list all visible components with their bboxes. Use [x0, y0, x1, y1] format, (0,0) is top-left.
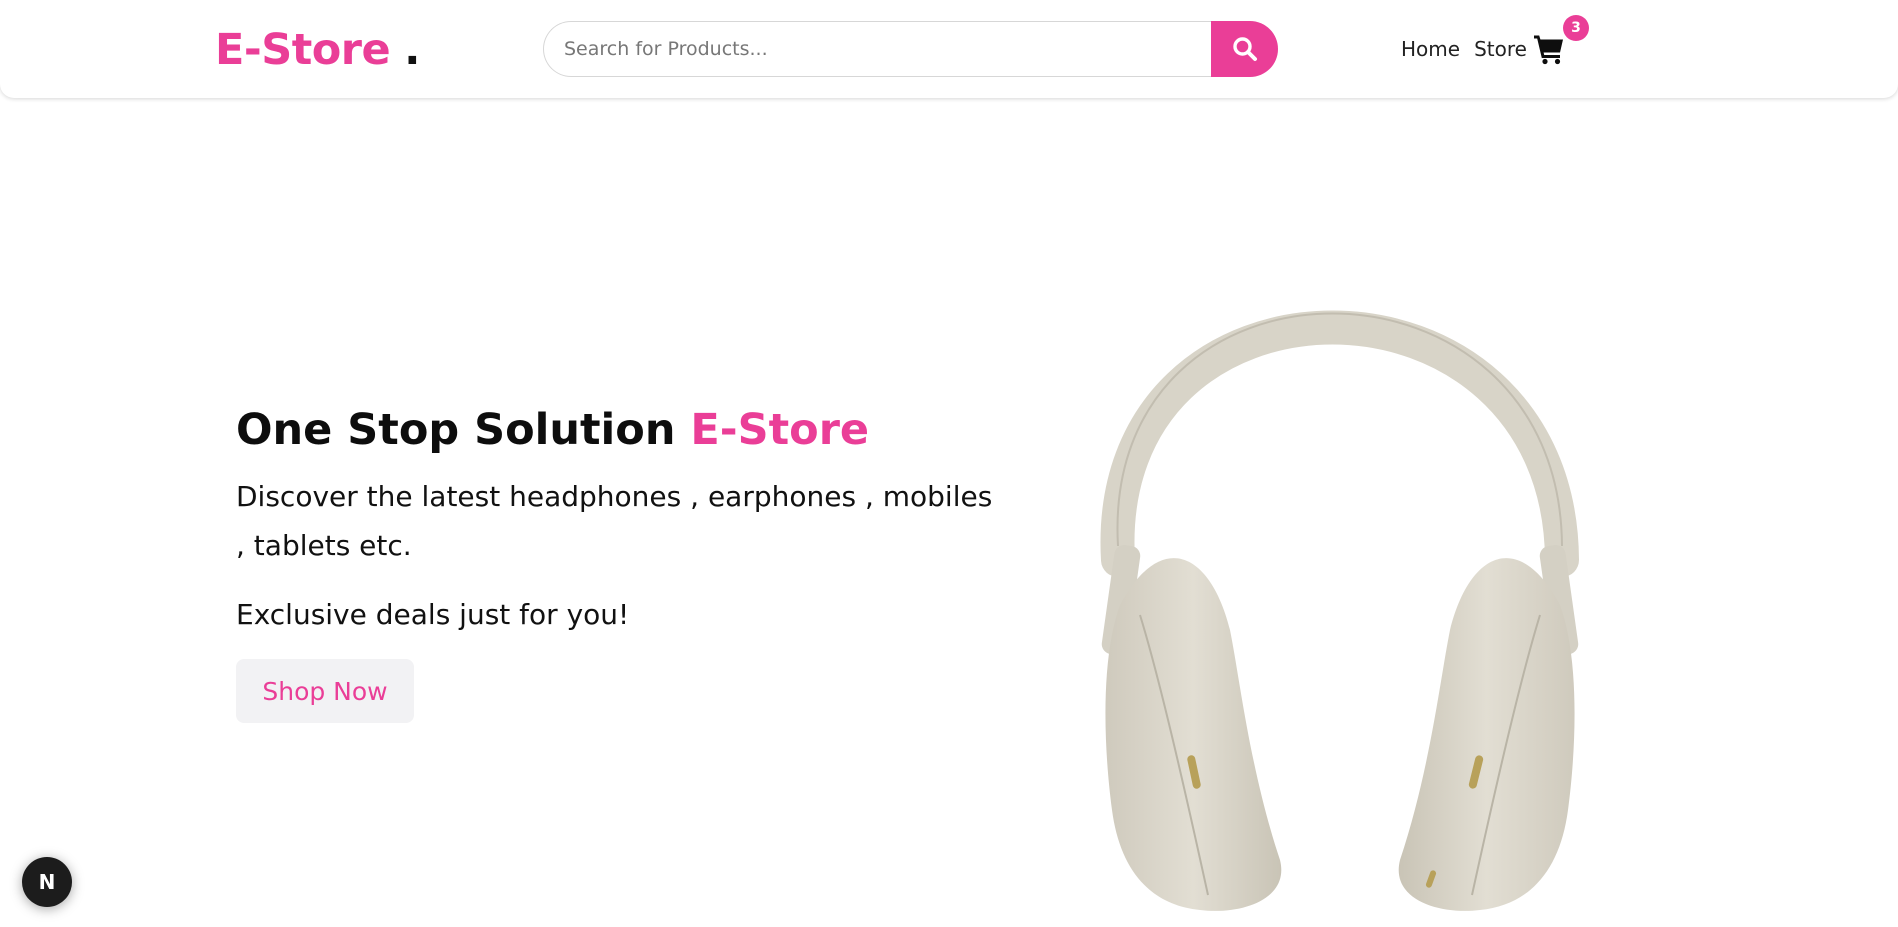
nav-home-link[interactable]: Home: [1401, 34, 1460, 64]
hero-title-prefix: One Stop Solution: [236, 405, 676, 455]
main-nav: Home Store: [1401, 34, 1527, 64]
shopping-cart-icon: [1533, 33, 1565, 69]
hero-title-accent: E-Store: [690, 405, 870, 455]
hero-deals-text: Exclusive deals just for you!: [236, 598, 630, 631]
search-icon: [1232, 36, 1258, 62]
hero-title: One Stop Solution E-Store: [236, 400, 869, 460]
nextjs-icon: N: [38, 870, 56, 894]
brand-logo[interactable]: E-Store .: [215, 22, 421, 78]
cart-count-badge: 3: [1563, 15, 1589, 41]
nextjs-dev-badge[interactable]: N: [22, 857, 72, 907]
page: E-Store . Home Store: [0, 0, 1898, 927]
search-input[interactable]: [543, 21, 1211, 77]
hero-description: Discover the latest headphones , earphon…: [236, 480, 993, 562]
cart-button[interactable]: [1533, 33, 1565, 65]
brand-dot: .: [404, 25, 421, 75]
search-bar: [543, 21, 1278, 77]
shop-now-button[interactable]: Shop Now: [236, 659, 414, 723]
headphones-image: [1090, 210, 1590, 915]
nav-store-link[interactable]: Store: [1474, 34, 1527, 64]
brand-name: E-Store: [215, 25, 391, 75]
search-button[interactable]: [1211, 21, 1278, 77]
navbar: E-Store . Home Store: [0, 0, 1898, 98]
